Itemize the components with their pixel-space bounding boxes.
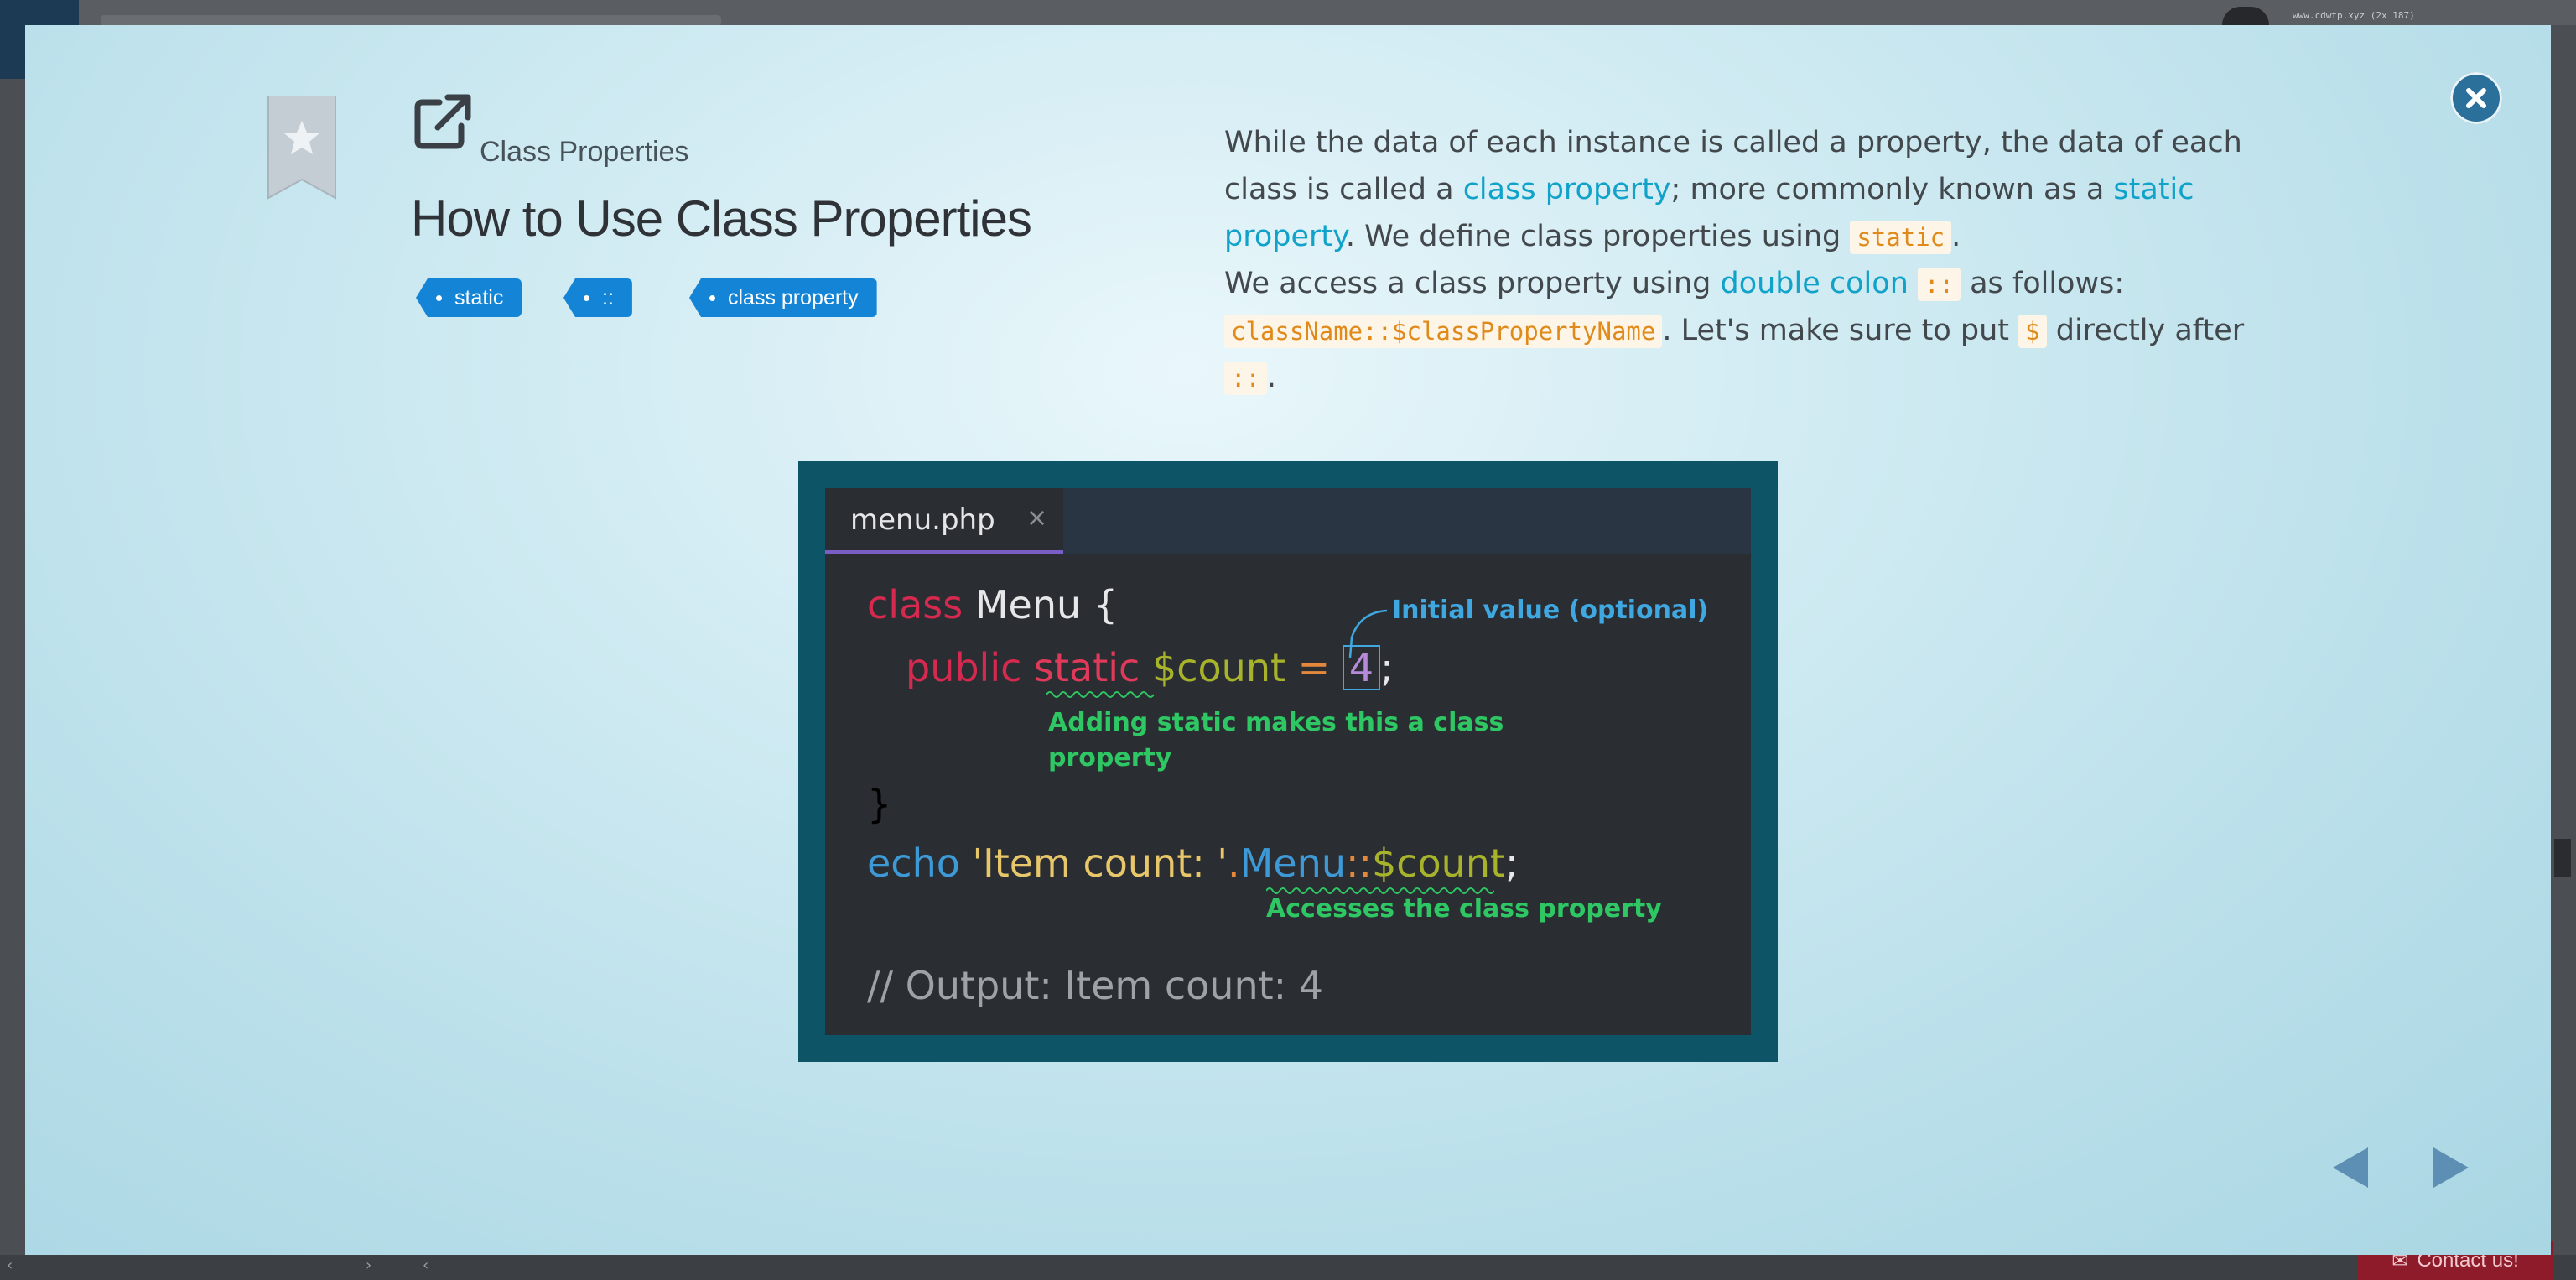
scroll-left-icon[interactable]: ‹ <box>423 1257 428 1274</box>
code-illustration: menu.php × class Menu { public static $c… <box>798 461 1778 1062</box>
inline-code: className::$classPropertyName <box>1224 315 1663 348</box>
description-paragraph-2: We access a class property using double … <box>1224 267 2245 395</box>
inline-code: $ <box>2018 315 2047 348</box>
annotation-static-line-2: property <box>1048 743 1172 773</box>
tag-dot <box>584 295 589 301</box>
scroll-right-icon[interactable]: › <box>366 1257 371 1274</box>
annotation-initial-value: Initial value (optional) <box>1392 596 1709 625</box>
inline-code: :: <box>1224 362 1267 395</box>
breadcrumb[interactable]: Class Properties <box>480 136 688 169</box>
scroll-left-icon[interactable]: ‹ <box>7 1257 13 1274</box>
code-editor: menu.php × class Menu { public static $c… <box>825 488 1751 1035</box>
annotation-access: Accesses the class property <box>1266 894 1662 924</box>
prev-arrow-icon[interactable] <box>2329 1146 2370 1189</box>
tag-label: :: <box>602 285 614 310</box>
tag-label: static <box>454 285 504 310</box>
bookmark-icon[interactable] <box>267 96 337 200</box>
tag-dot <box>709 295 715 301</box>
annotation-static-line-1: Adding static makes this a class <box>1048 708 1504 737</box>
close-icon <box>2466 88 2486 108</box>
tag-dot <box>436 295 442 301</box>
background-bottom-bar <box>0 1255 2576 1280</box>
close-button[interactable] <box>2450 72 2502 124</box>
background-scrollbar-thumb[interactable] <box>2554 839 2571 877</box>
double-colon-link[interactable]: double colon <box>1720 267 1908 300</box>
code-line-3: } <box>867 782 892 827</box>
class-property-link[interactable]: class property <box>1463 173 1671 206</box>
code-line-2: public static $count = 4; <box>906 645 1394 690</box>
editor-tab[interactable]: menu.php × <box>825 488 1063 554</box>
tag-label: class property <box>728 285 859 310</box>
editor-tab-bar: menu.php × <box>825 488 1751 554</box>
page-title: How to Use Class Properties <box>411 190 1032 247</box>
description-paragraph-1: While the data of each instance is calle… <box>1224 126 2242 254</box>
description: While the data of each instance is calle… <box>1224 119 2281 401</box>
inline-code: :: <box>1918 268 1961 301</box>
code-line-4: echo 'Item count: '.Menu::$count; <box>867 840 1519 886</box>
next-arrow-icon[interactable] <box>2432 1146 2472 1189</box>
tag-class-property[interactable]: class property <box>689 278 877 317</box>
annotation-arrow <box>1348 609 1388 658</box>
editor-tab-name: menu.php <box>850 503 995 537</box>
tag-double-colon[interactable]: :: <box>564 278 632 317</box>
static-wavy-underline <box>1046 691 1155 698</box>
tab-close-icon[interactable]: × <box>1026 503 1047 533</box>
inline-code: static <box>1850 221 1952 254</box>
code-line-1: class Menu { <box>867 582 1119 627</box>
lesson-modal: Class Properties How to Use Class Proper… <box>25 25 2551 1255</box>
background-url-text: www.cdwtp.xyz (2x 187) <box>2293 10 2415 21</box>
code-line-5: // Output: Item count: 4 <box>867 963 1324 1008</box>
tag-static[interactable]: static <box>416 278 522 317</box>
external-link-icon[interactable] <box>413 92 473 151</box>
